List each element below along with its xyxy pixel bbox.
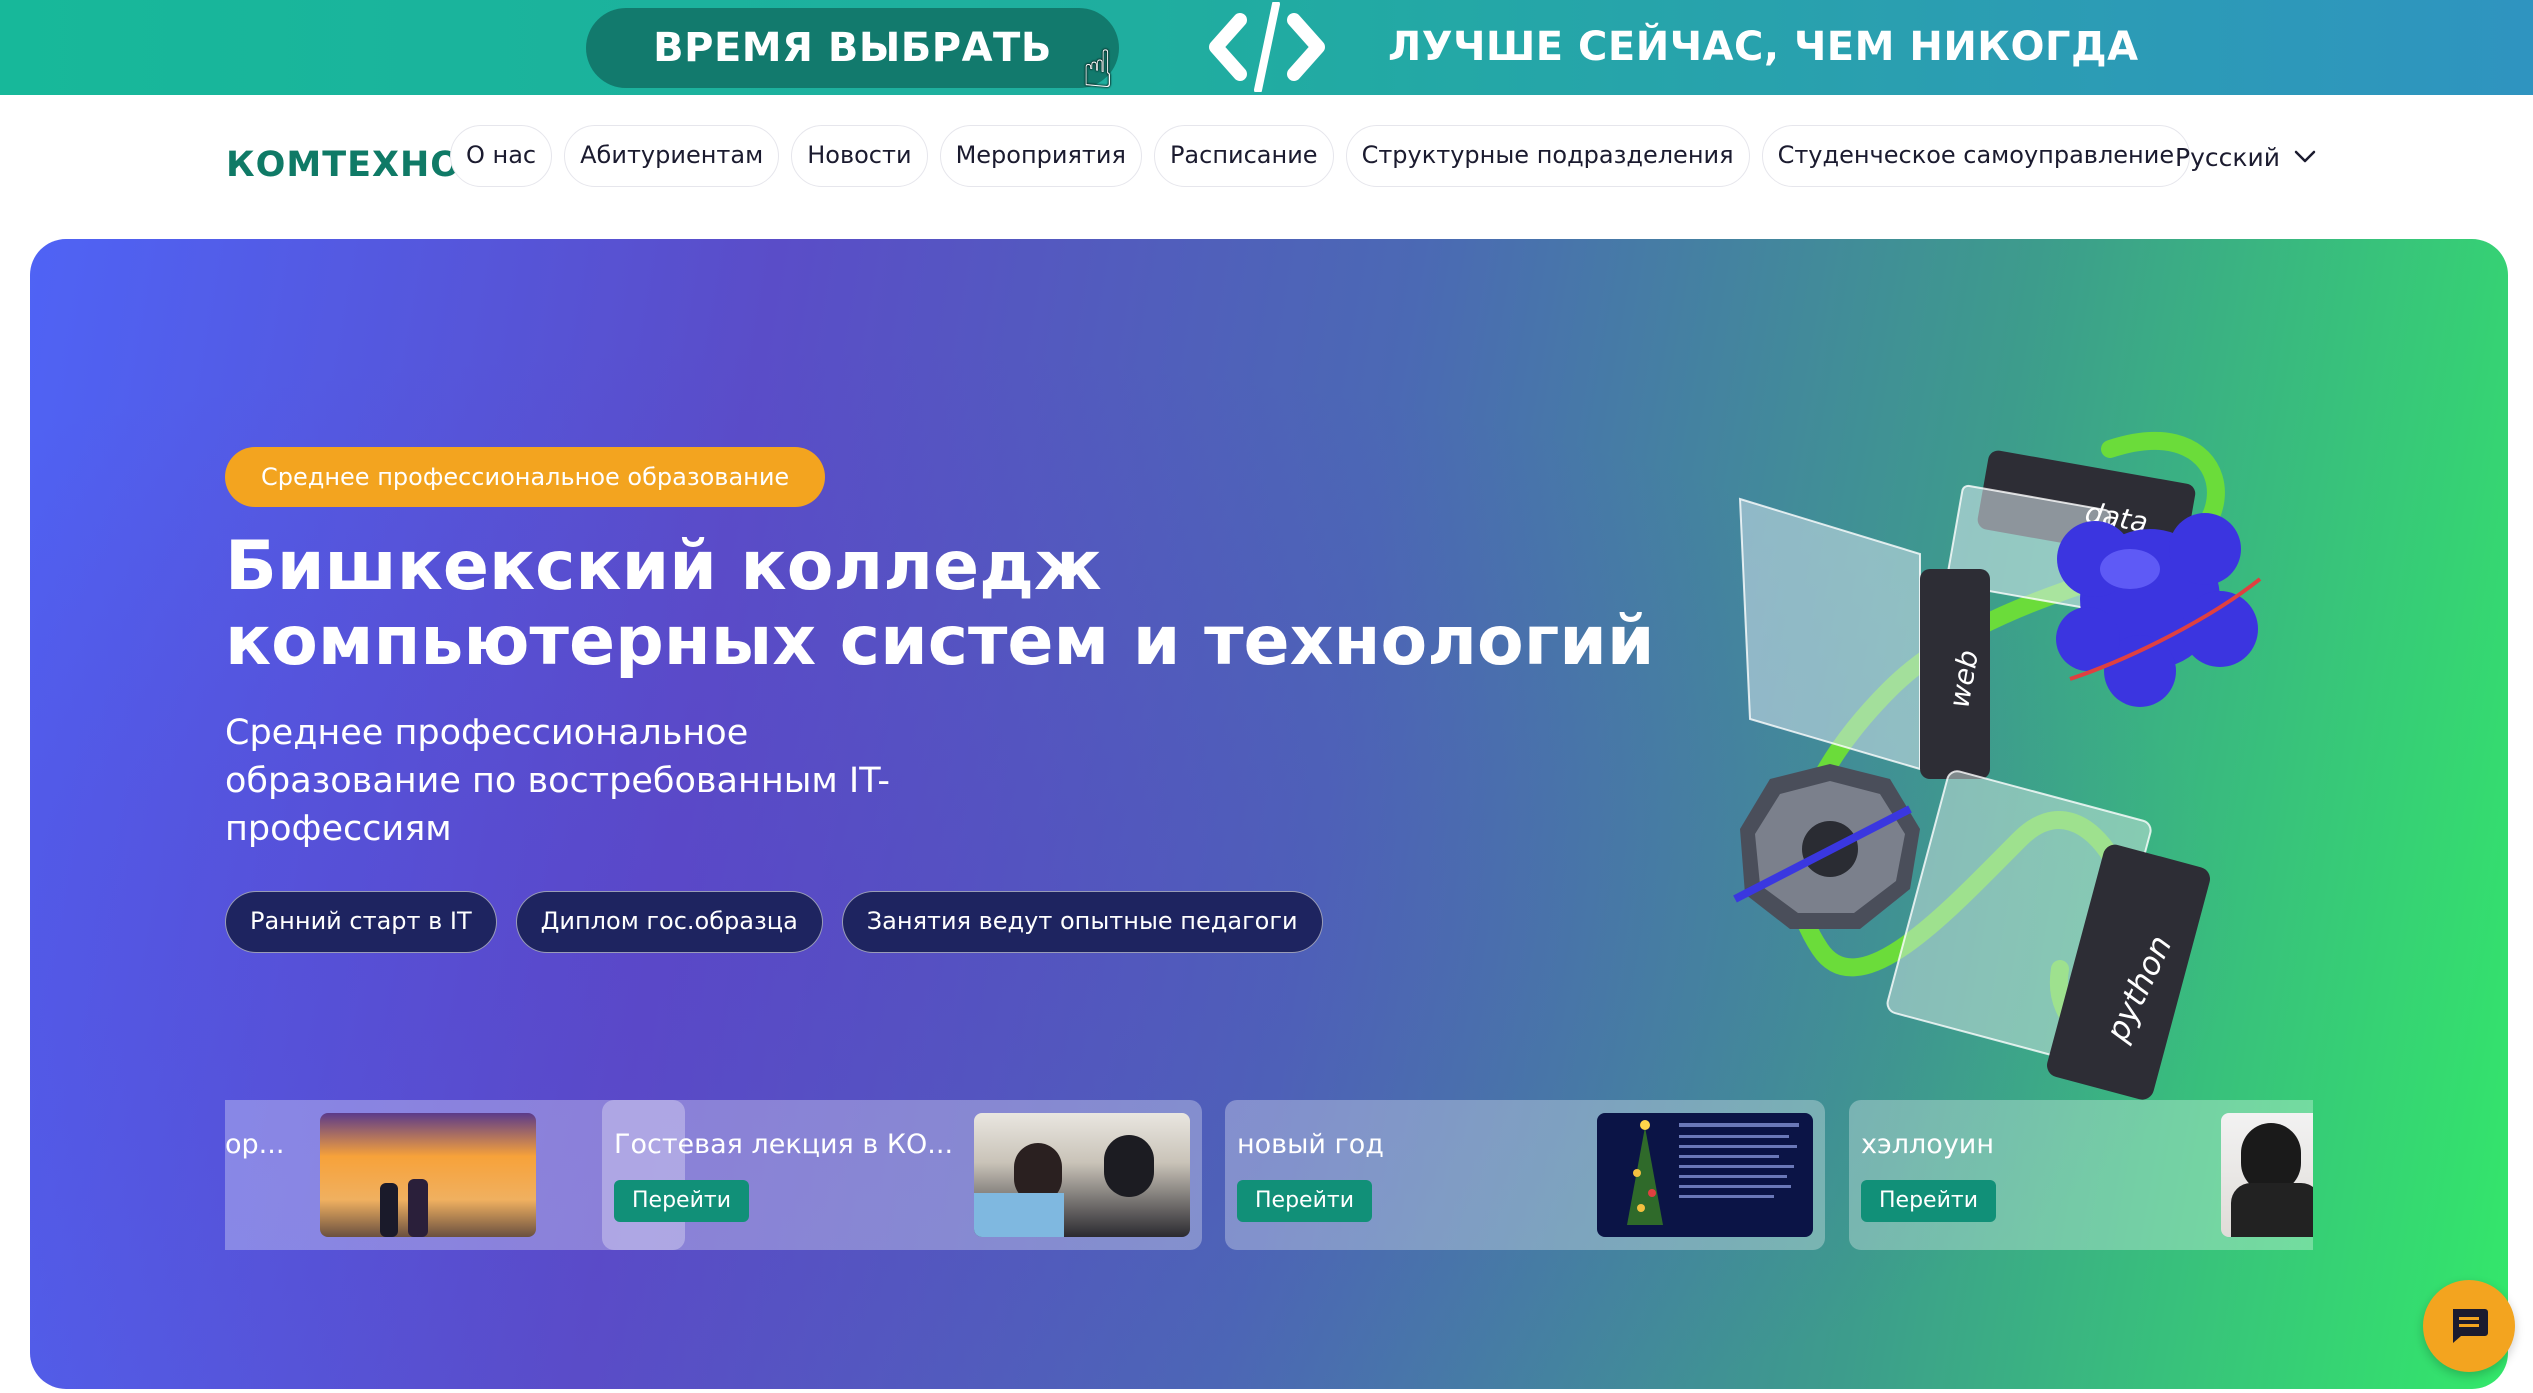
card-title: новый год <box>1237 1129 1384 1160</box>
promo-banner[interactable]: ВРЕМЯ ВЫБРАТЬ СЕБЯ ☝ ЛУЧШЕ СЕЙЧАС, ЧЕМ Н… <box>0 0 2533 151</box>
card-image <box>2221 1113 2313 1237</box>
nav-menu: О нас Абитуриентам Новости Мероприятия Р… <box>450 125 2191 187</box>
nav-item-student-government[interactable]: Студенческое самоуправление <box>1761 125 2191 187</box>
chevron-down-icon <box>2294 150 2316 163</box>
hero-title-line-1: Бишкекский колледж <box>225 527 1102 606</box>
card-title: ор... <box>225 1129 285 1160</box>
site-logo[interactable]: КОМТЕХНО <box>226 135 461 195</box>
language-label: Русский <box>2175 142 2280 172</box>
card-image <box>1597 1113 1813 1237</box>
promo-right-text: ЛУЧШЕ СЕЙЧАС, ЧЕМ НИКОГДА <box>1388 24 2139 70</box>
news-card[interactable]: хэллоуин Перейти <box>1849 1100 2313 1250</box>
nav-item-about[interactable]: О нас <box>450 125 553 187</box>
chip-diploma: Диплом гос.образца <box>515 891 823 953</box>
card-title: Гостевая лекция в КО... <box>614 1129 954 1160</box>
news-card[interactable]: Гостевая лекция в КО... Перейти <box>602 1100 1202 1250</box>
nav-item-applicants[interactable]: Абитуриентам <box>564 125 780 187</box>
news-card[interactable]: новый год Перейти <box>1225 1100 1825 1250</box>
tech-illustration: data web python <box>1733 432 2262 1100</box>
chip-teachers: Занятия ведут опытные педагоги <box>841 891 1323 953</box>
chat-bubble-icon <box>2453 1309 2488 1343</box>
card-title: хэллоуин <box>1861 1129 1995 1160</box>
card-image <box>320 1113 536 1237</box>
nav-item-news[interactable]: Новости <box>791 125 928 187</box>
chip-early-start: Ранний старт в IT <box>225 891 497 953</box>
hero-section: Среднее профессиональное образование Биш… <box>30 239 2508 1389</box>
hero-title-line-2: компьютерных систем и технологий <box>225 602 1655 681</box>
card-go-button[interactable]: Перейти <box>614 1180 749 1222</box>
hand-pointer-icon: ☝ <box>1082 40 1114 100</box>
feature-chips: Ранний старт в IT Диплом гос.образца Зан… <box>225 891 1323 953</box>
nav-item-schedule[interactable]: Расписание <box>1153 125 1334 187</box>
promo-left-pill[interactable]: ВРЕМЯ ВЫБРАТЬ СЕБЯ <box>586 8 1119 151</box>
news-carousel: ор... Гостевая лекция в КО... Перейти но… <box>225 1100 2313 1250</box>
code-brackets-icon <box>1204 2 1334 92</box>
language-selector[interactable]: Русский <box>2175 127 2316 187</box>
hero-subtitle: Среднее профессиональное образование по … <box>225 713 891 849</box>
education-badge: Среднее профессиональное образование <box>225 447 826 507</box>
card-go-button[interactable]: Перейти <box>1861 1180 1996 1222</box>
card-go-button[interactable]: Перейти <box>1237 1180 1372 1222</box>
chat-button[interactable] <box>2423 1280 2515 1372</box>
card-image <box>974 1113 1190 1237</box>
main-navbar: КОМТЕХНО О нас Абитуриентам Новости Меро… <box>0 95 2533 240</box>
nav-item-events[interactable]: Мероприятия <box>939 125 1142 187</box>
hero-title: Бишкекский колледж компьютерных систем и… <box>225 529 1825 679</box>
nav-item-departments[interactable]: Структурные подразделения <box>1345 125 1750 187</box>
